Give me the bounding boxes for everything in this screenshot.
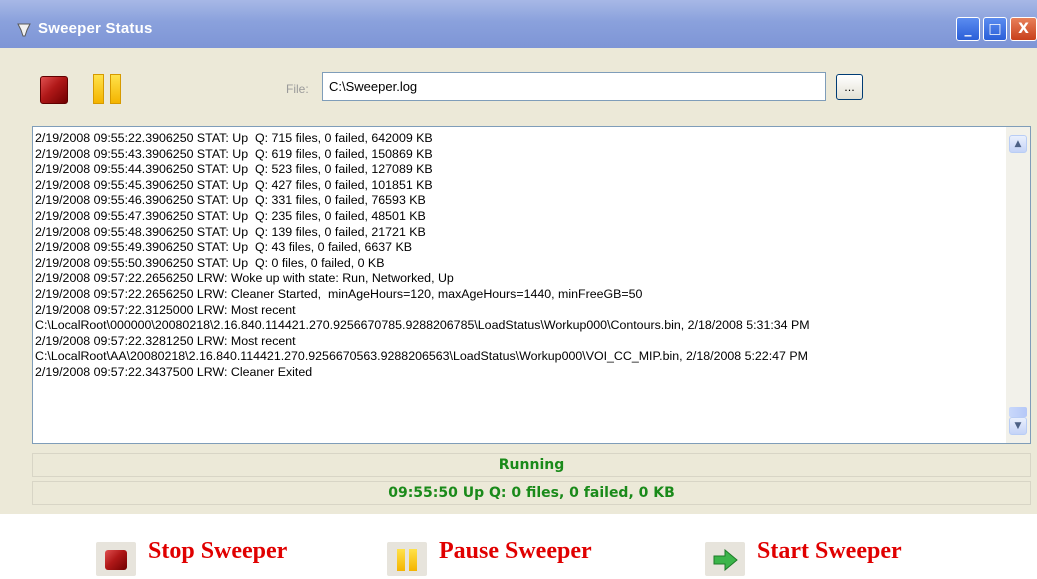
log-scrollbar[interactable]: ▲ ▼ — [1006, 127, 1030, 443]
log-line: 2/19/2008 09:55:47.3906250 STAT: Up Q: 2… — [35, 208, 426, 223]
title-bar[interactable]: Sweeper Status _ □ X — [0, 0, 1037, 48]
file-label: File: — [286, 82, 309, 96]
arrow-right-icon — [705, 542, 745, 576]
status-state: Running — [32, 453, 1031, 477]
log-line: 2/19/2008 09:55:45.3906250 STAT: Up Q: 4… — [35, 177, 433, 192]
sweeper-status-window: Sweeper Status _ □ X File: C:\Sweeper.lo… — [0, 0, 1037, 514]
log-line: C:\LocalRoot\AA\20080218\2.16.840.114421… — [35, 349, 808, 364]
log-line: 2/19/2008 09:57:22.3281250 LRW: Most rec… — [35, 333, 296, 348]
log-line: 2/19/2008 09:55:48.3906250 STAT: Up Q: 1… — [35, 224, 426, 239]
log-line: C:\LocalRoot\000000\20080218\2.16.840.11… — [35, 318, 810, 333]
scroll-up-icon[interactable]: ▲ — [1009, 135, 1027, 153]
close-button[interactable]: X — [1010, 17, 1037, 41]
log-line: 2/19/2008 09:55:50.3906250 STAT: Up Q: 0… — [35, 255, 385, 270]
log-line: 2/19/2008 09:57:22.2656250 LRW: Cleaner … — [35, 286, 643, 301]
log-panel[interactable]: 2/19/2008 09:55:22.3906250 STAT: Up Q: 7… — [32, 126, 1031, 444]
log-line: 2/19/2008 09:55:46.3906250 STAT: Up Q: 3… — [35, 193, 426, 208]
stop-icon[interactable] — [40, 76, 68, 104]
log-text: 2/19/2008 09:55:22.3906250 STAT: Up Q: 7… — [35, 131, 1003, 441]
log-line: 2/19/2008 09:55:44.3906250 STAT: Up Q: 5… — [35, 162, 433, 177]
pause-bar-left — [93, 74, 104, 104]
minimize-button[interactable]: _ — [956, 17, 980, 41]
maximize-icon: □ — [988, 21, 1002, 37]
log-line: 2/19/2008 09:55:22.3906250 STAT: Up Q: 7… — [35, 131, 433, 145]
pause-icon[interactable] — [93, 74, 123, 104]
stop-icon — [96, 542, 136, 576]
browse-button[interactable]: ... — [836, 74, 863, 100]
status-summary: 09:55:50 Up Q: 0 files, 0 failed, 0 KB — [32, 481, 1031, 505]
log-line: 2/19/2008 09:57:22.2656250 LRW: Woke up … — [35, 271, 454, 286]
pause-icon — [387, 542, 427, 576]
legend-stop-label: Stop Sweeper — [148, 538, 288, 564]
log-line: 2/19/2008 09:57:22.3437500 LRW: Cleaner … — [35, 364, 313, 379]
log-line: 2/19/2008 09:57:22.3125000 LRW: Most rec… — [35, 302, 296, 317]
close-icon: X — [1018, 21, 1029, 37]
legend-start-label: Start Sweeper — [757, 538, 902, 564]
maximize-button[interactable]: □ — [983, 17, 1007, 41]
file-path-input[interactable]: C:\Sweeper.log — [322, 72, 826, 101]
scroll-down-icon[interactable]: ▼ — [1009, 417, 1027, 435]
pause-bar-right — [110, 74, 121, 104]
scroll-thumb[interactable] — [1009, 407, 1027, 417]
legend-pause-label: Pause Sweeper — [439, 538, 592, 564]
app-icon — [17, 23, 31, 37]
legend: Stop Sweeper Pause Sweeper Start Sweeper — [0, 514, 1037, 579]
toolbar: File: C:\Sweeper.log ... — [0, 48, 1037, 123]
minimize-icon: _ — [964, 21, 972, 37]
log-line: 2/19/2008 09:55:49.3906250 STAT: Up Q: 4… — [35, 240, 413, 255]
log-line: 2/19/2008 09:55:43.3906250 STAT: Up Q: 6… — [35, 146, 433, 161]
window-title: Sweeper Status — [38, 20, 153, 37]
